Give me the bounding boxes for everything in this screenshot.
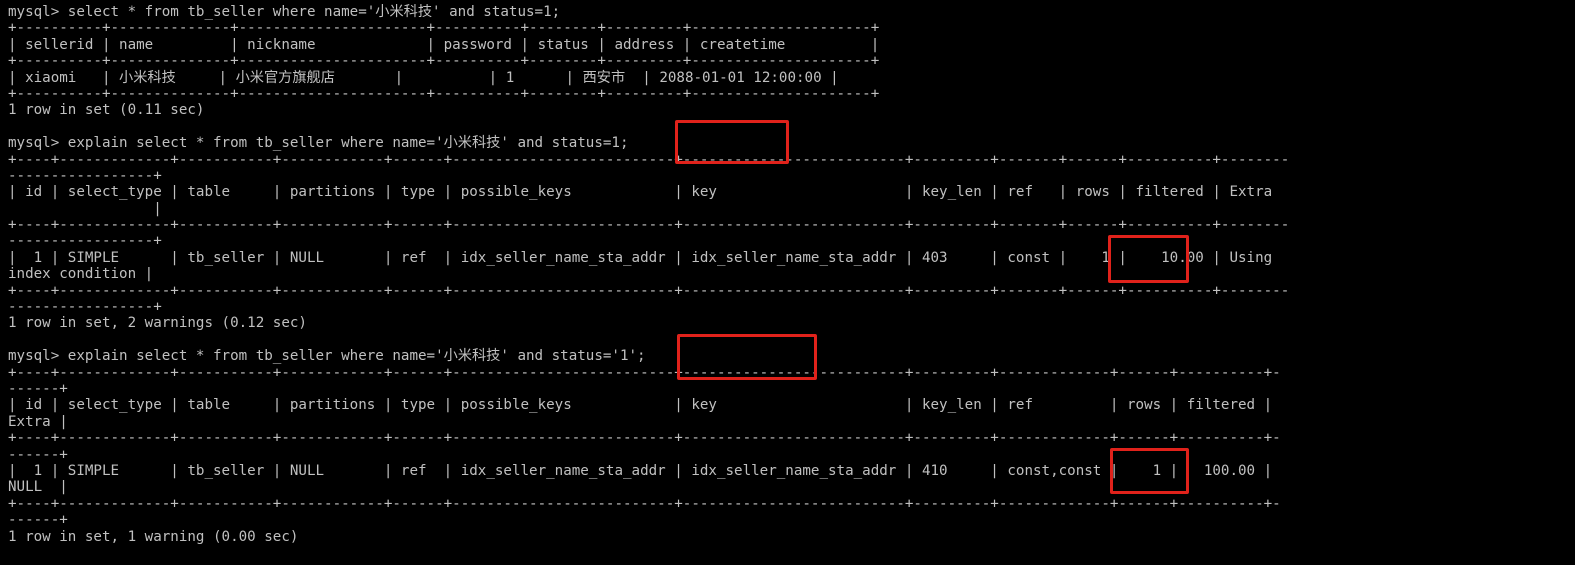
terminal-line: +----+-------------+-----------+--------…: [8, 151, 1290, 168]
terminal-line: -----------------+: [8, 233, 162, 250]
terminal-line: +----------+--------------+-------------…: [8, 85, 880, 102]
terminal-line: -----------------+: [8, 167, 162, 184]
terminal-line: index condition |: [8, 266, 154, 283]
terminal-line: ------+: [8, 380, 68, 397]
terminal-line: |: [8, 200, 162, 217]
terminal-output[interactable]: mysql> select * from tb_seller where nam…: [8, 4, 1575, 565]
terminal-line: -----------------+: [8, 299, 162, 316]
terminal-line: +----+-------------+-----------+--------…: [8, 495, 1281, 512]
terminal-line: NULL |: [8, 479, 68, 496]
terminal-line: Extra |: [8, 413, 68, 430]
terminal-line: 1 row in set, 2 warnings (0.12 sec): [8, 315, 307, 332]
terminal-line: mysql> explain select * from tb_seller w…: [8, 135, 629, 152]
terminal-line: ------+: [8, 446, 68, 463]
terminal-line: mysql> explain select * from tb_seller w…: [8, 348, 646, 365]
terminal-line: +----+-------------+-----------+--------…: [8, 364, 1281, 381]
terminal-line: +----+-------------+-----------+--------…: [8, 217, 1290, 234]
terminal-line: 1 row in set, 1 warning (0.00 sec): [8, 528, 299, 545]
terminal-line: mysql> select * from tb_seller where nam…: [8, 4, 561, 20]
terminal-line: +----------+--------------+-------------…: [8, 20, 880, 37]
terminal-line: +----+-------------+-----------+--------…: [8, 282, 1290, 299]
terminal-line: | sellerid | name | nickname | password …: [8, 36, 880, 53]
terminal-line: | id | select_type | table | partitions …: [8, 397, 1273, 414]
terminal-line: | 1 | SIMPLE | tb_seller | NULL | ref | …: [8, 249, 1273, 266]
terminal-line: +----+-------------+-----------+--------…: [8, 430, 1281, 447]
terminal-line: | 1 | SIMPLE | tb_seller | NULL | ref | …: [8, 462, 1273, 479]
terminal-line: | xiaomi | 小米科技 | 小米官方旗舰店 | | 1 | 西安市 | …: [8, 69, 839, 86]
terminal-line: | id | select_type | table | partitions …: [8, 184, 1273, 201]
terminal-line: 1 row in set (0.11 sec): [8, 102, 205, 119]
terminal-line: ------+: [8, 512, 68, 529]
terminal-line: +----------+--------------+-------------…: [8, 53, 880, 70]
